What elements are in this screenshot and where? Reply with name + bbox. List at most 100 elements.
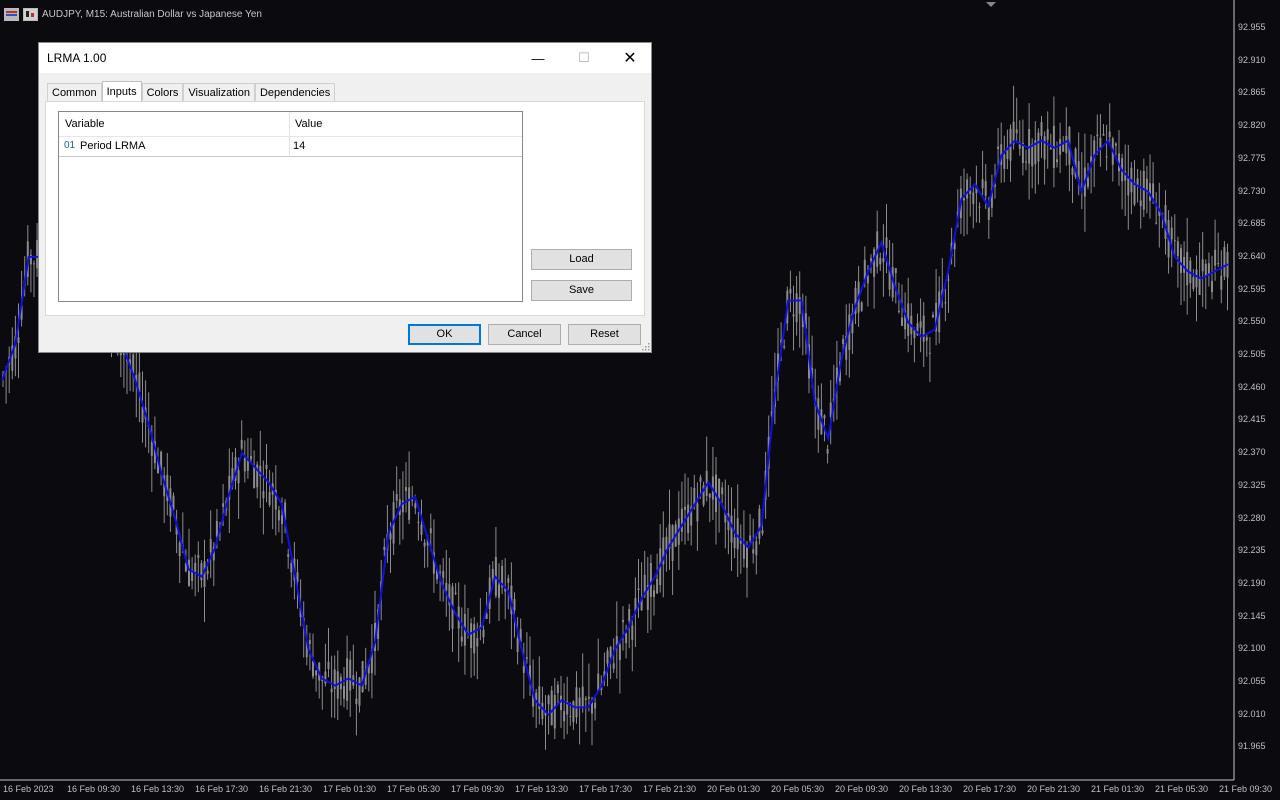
candle-body — [932, 314, 934, 318]
candle-body — [733, 537, 736, 549]
candle-body — [150, 442, 153, 456]
candle-body — [1223, 246, 1226, 277]
candle-body — [473, 624, 476, 654]
candle-body — [1108, 131, 1111, 138]
time-label: 21 Feb 05:30 — [1155, 784, 1209, 794]
candle-body — [978, 206, 981, 208]
candle-body — [653, 590, 655, 597]
candle-body — [584, 698, 587, 700]
price-label: 92.280 — [1238, 512, 1266, 523]
candle-body — [1046, 129, 1049, 140]
tab-colors[interactable]: Colors — [141, 83, 184, 102]
candle-body — [547, 695, 550, 705]
candle-body — [581, 686, 584, 709]
candle-body — [355, 698, 358, 704]
tab-dependencies[interactable]: Dependencies — [254, 83, 336, 102]
candle-body — [1214, 249, 1217, 266]
candle-body — [262, 491, 265, 499]
candle-body — [792, 314, 795, 317]
candle-body — [277, 510, 280, 521]
candle-body — [1059, 139, 1062, 155]
close-button[interactable]: ✕ — [607, 43, 653, 73]
grid-icon[interactable] — [4, 7, 19, 21]
maximize-button[interactable]: ☐ — [561, 43, 607, 73]
candle-body — [622, 619, 624, 623]
candle-body — [498, 584, 500, 598]
time-label: 17 Feb 05:30 — [387, 784, 441, 794]
candle-body — [423, 542, 426, 547]
candle-body — [206, 570, 209, 574]
candle-body — [761, 530, 764, 534]
candle-body — [1176, 241, 1179, 257]
load-button[interactable]: Load — [531, 249, 632, 270]
table-row[interactable]: 01 Period LRMA 14 — [59, 136, 522, 157]
candle-body — [919, 321, 922, 328]
time-label: 17 Feb 17:30 — [579, 784, 633, 794]
variable-value[interactable]: 14 — [293, 140, 305, 152]
reset-button[interactable]: Reset — [568, 324, 641, 345]
candle-body — [327, 661, 330, 669]
candle-body — [1031, 143, 1034, 167]
candle-body — [758, 508, 761, 539]
candle-body — [414, 503, 417, 509]
variable-name: Period LRMA — [80, 140, 146, 152]
tab-inputs[interactable]: Inputs — [101, 81, 142, 102]
candle-body — [594, 702, 597, 709]
candle-body — [587, 696, 590, 699]
price-label: 92.145 — [1238, 610, 1266, 621]
candle-body — [408, 487, 411, 520]
candle-body — [178, 542, 181, 557]
candle-body — [470, 623, 473, 649]
candle-body — [1170, 227, 1173, 240]
time-label: 16 Feb 13:30 — [131, 784, 185, 794]
price-label: 92.505 — [1238, 349, 1266, 359]
candle-body — [944, 302, 947, 304]
candle-body — [358, 677, 361, 706]
candle-body — [885, 237, 888, 248]
candle-body — [491, 568, 494, 579]
tab-common[interactable]: Common — [47, 83, 102, 102]
candle-body — [243, 457, 246, 472]
candle-body — [1204, 263, 1207, 276]
candle-body — [1102, 133, 1105, 136]
candle-body — [240, 439, 243, 449]
minimize-button[interactable]: — — [515, 43, 561, 73]
column-header-variable[interactable]: Variable — [65, 118, 105, 130]
candle-body — [442, 570, 445, 578]
price-label: 92.775 — [1238, 152, 1266, 163]
dialog-titlebar[interactable]: LRMA 1.00 — ☐ ✕ — [39, 43, 651, 73]
candle-body — [656, 578, 659, 594]
candle-body — [33, 263, 35, 265]
ok-button[interactable]: OK — [408, 324, 481, 345]
candle-body — [1065, 135, 1068, 154]
candle-body — [736, 518, 739, 550]
candle-body — [987, 207, 990, 220]
candle-body — [17, 337, 20, 343]
save-button[interactable]: Save — [531, 280, 632, 301]
candle-body — [215, 521, 218, 537]
time-label: 20 Feb 01:30 — [707, 784, 761, 794]
time-label: 20 Feb 09:30 — [835, 784, 889, 794]
chart-symbol-title: AUDJPY, M15: Australian Dollar vs Japane… — [42, 8, 262, 20]
candle-body — [1217, 263, 1220, 265]
price-label: 92.865 — [1238, 87, 1266, 98]
tab-visualization[interactable]: Visualization — [183, 83, 255, 102]
time-label: 17 Feb 13:30 — [515, 784, 569, 794]
candle-body — [476, 638, 479, 647]
cancel-button[interactable]: Cancel — [488, 324, 561, 345]
column-header-value[interactable]: Value — [295, 118, 322, 130]
time-label: 20 Feb 05:30 — [771, 784, 825, 794]
candle-body — [742, 542, 745, 559]
candle-body — [789, 288, 792, 294]
time-label: 20 Feb 17:30 — [963, 784, 1017, 794]
candle-body — [1071, 168, 1074, 175]
candle-body — [826, 449, 829, 454]
candle-body — [752, 549, 755, 554]
candle-body — [361, 661, 364, 692]
chart-icon[interactable] — [23, 7, 38, 21]
candle-body — [606, 650, 609, 664]
candle-body — [1201, 259, 1204, 272]
candle-body — [879, 258, 882, 265]
resize-grip-icon[interactable] — [642, 343, 650, 351]
candle-body — [389, 533, 392, 540]
